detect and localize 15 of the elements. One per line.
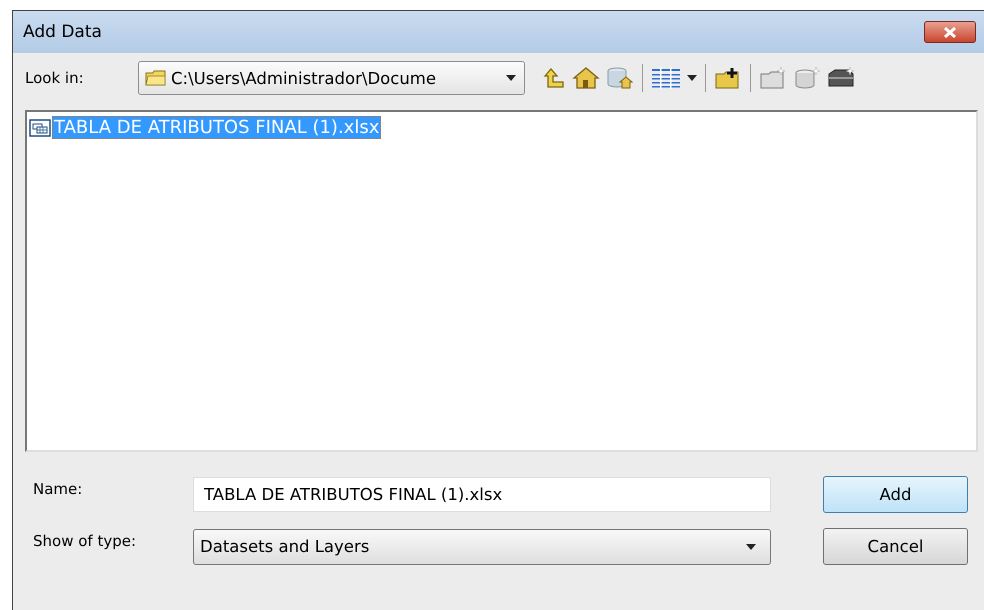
caret-icon — [506, 75, 516, 81]
cancel-button[interactable]: Cancel — [823, 528, 968, 565]
caret-icon — [746, 544, 756, 550]
folder-icon — [145, 70, 167, 86]
add-button[interactable]: Add — [823, 476, 968, 513]
close-icon — [944, 26, 956, 38]
close-button[interactable] — [924, 21, 976, 43]
name-field[interactable]: TABLA DE ATRIBUTOS FINAL (1).xlsx — [193, 477, 771, 512]
table-icon — [29, 118, 51, 136]
type-label: Show of type: — [32, 531, 138, 550]
type-dropdown[interactable]: Datasets and Layers — [193, 528, 771, 564]
look-in-label: Look in: — [25, 69, 85, 87]
name-label: Name: — [32, 479, 84, 498]
window-title: Add Data — [23, 22, 102, 42]
look-in-dropdown[interactable]: C:\Users\Administrador\Docume — [138, 61, 525, 95]
